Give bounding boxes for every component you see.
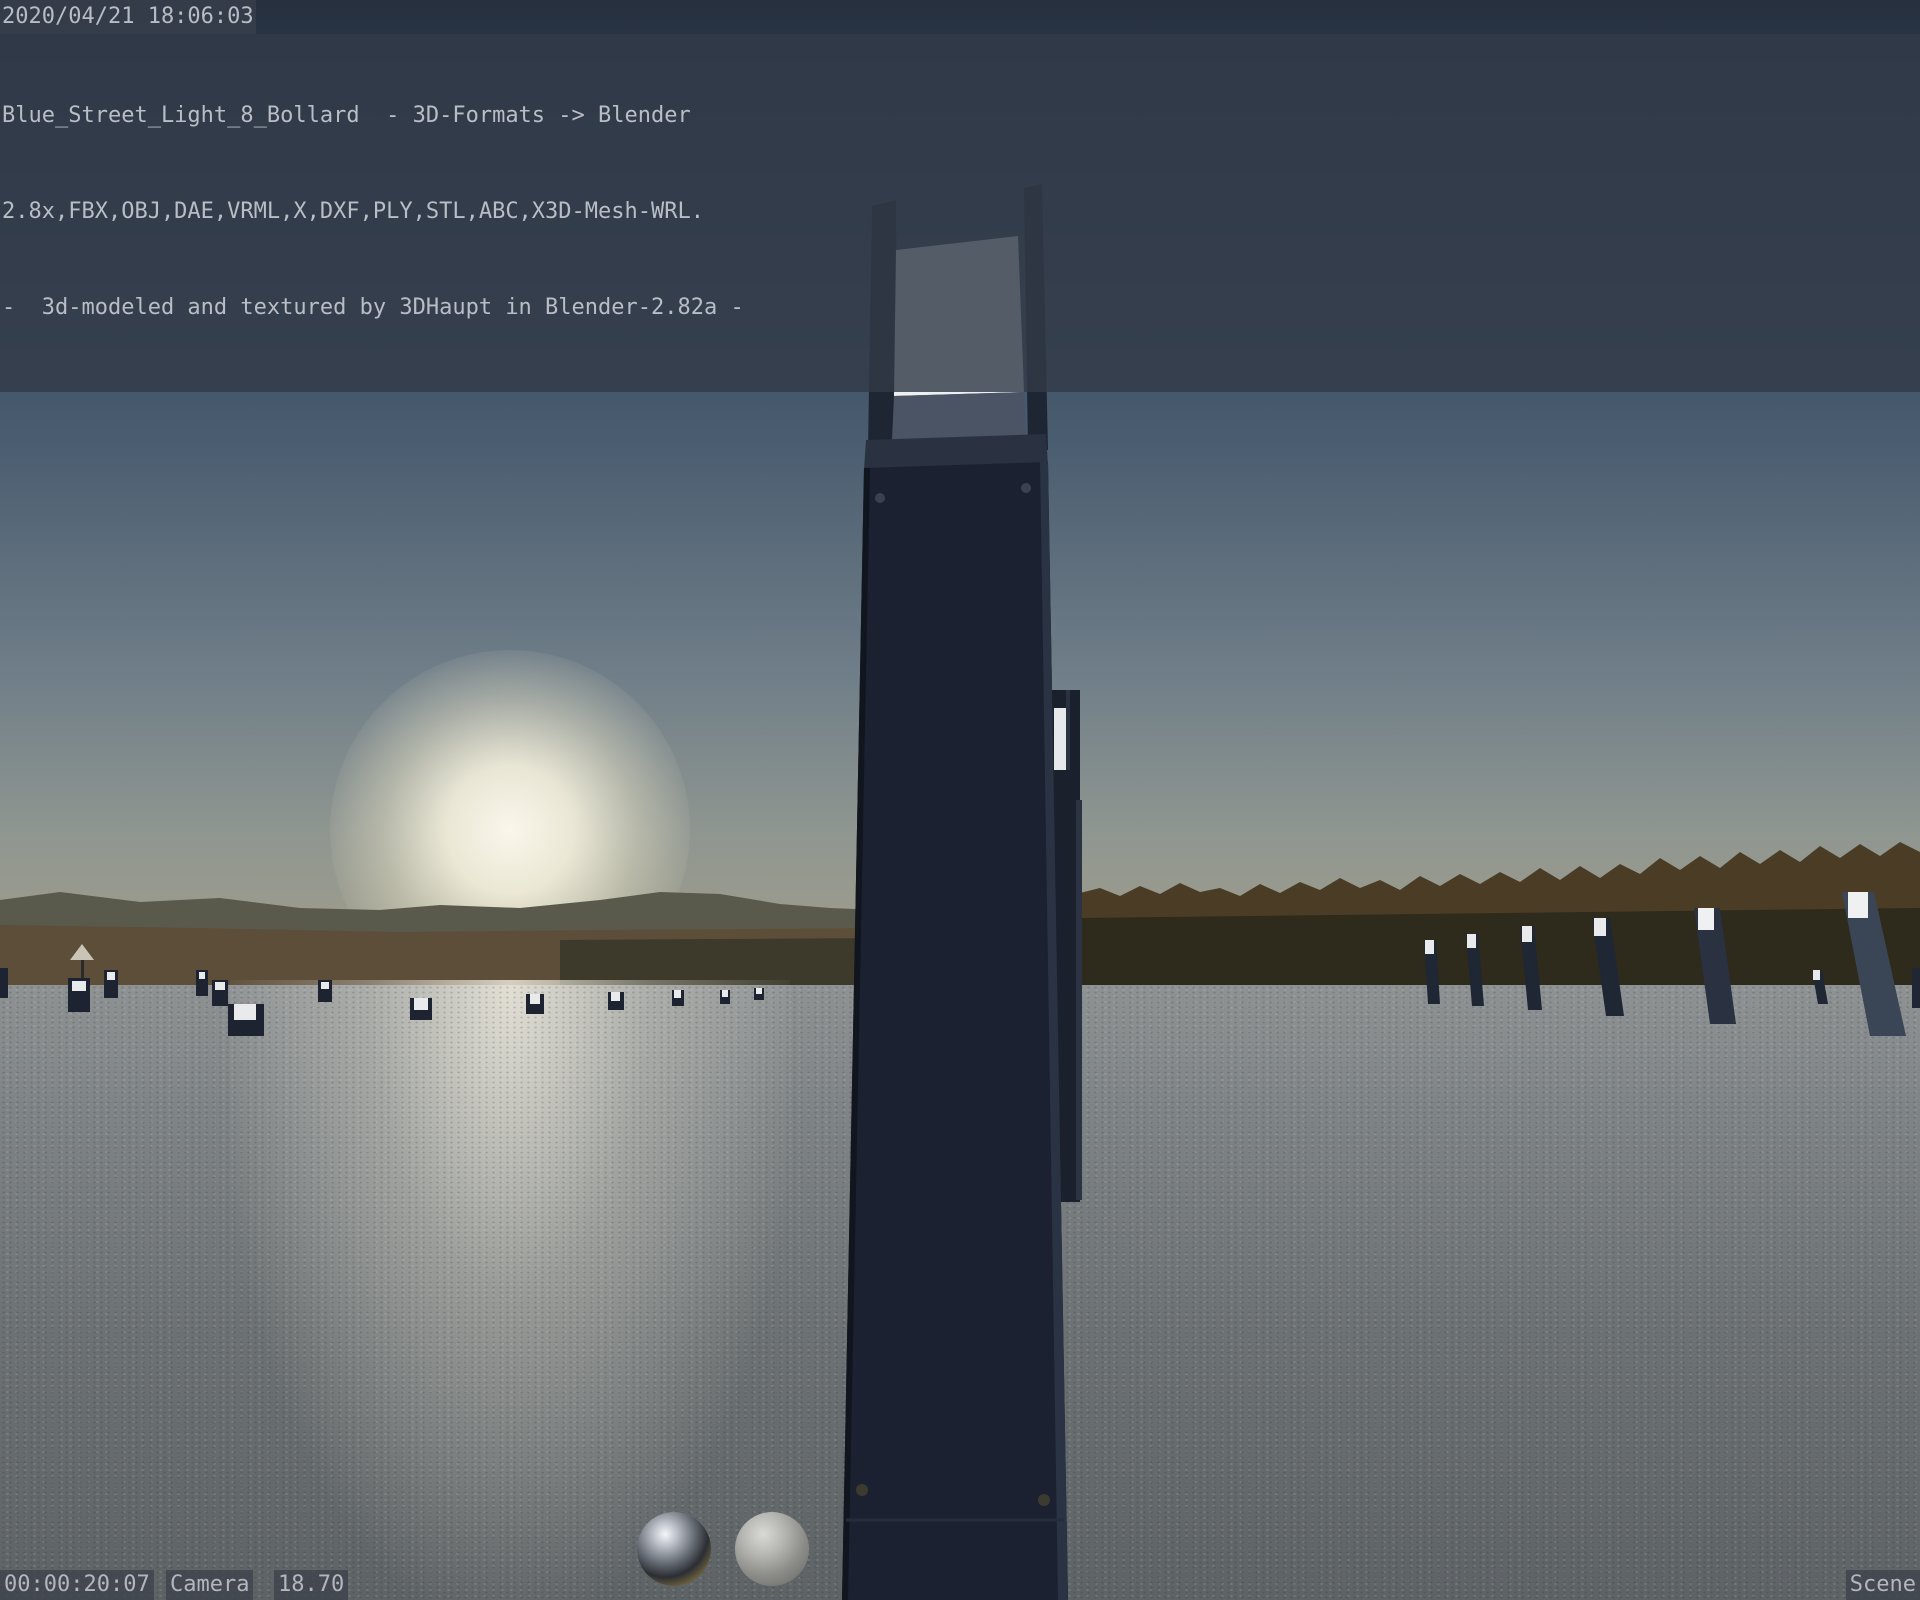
render-viewport: 2020/04/21 18:06:03 Blue_Street_Light_8_… xyxy=(0,0,1920,1600)
camera-name: Camera xyxy=(166,1570,254,1600)
distant-bollards-right xyxy=(1424,892,1920,1036)
model-description: Blue_Street_Light_8_Bollard - 3D-Formats… xyxy=(0,34,1920,392)
description-line-3: - 3d-modeled and textured by 3DHaupt in … xyxy=(2,295,744,320)
description-line-2: 2.8x,FBX,OBJ,DAE,VRML,X,DXF,PLY,STL,ABC,… xyxy=(2,199,704,224)
description-line-1: Blue_Street_Light_8_Bollard - 3D-Formats… xyxy=(2,103,691,128)
matte-sphere-icon xyxy=(735,1512,809,1586)
render-timestamp: 2020/04/21 18:06:03 xyxy=(0,0,256,34)
timecode: 00:00:20:07 xyxy=(0,1570,154,1600)
scene-name: Scene xyxy=(1845,1570,1920,1600)
lens-value: 18.70 xyxy=(274,1570,349,1600)
chrome-sphere-icon xyxy=(637,1512,711,1586)
distant-bollards-left xyxy=(0,968,764,1036)
road-sign xyxy=(70,944,94,978)
info-overlay: 2020/04/21 18:06:03 Blue_Street_Light_8_… xyxy=(0,0,1920,392)
main-bollard xyxy=(842,184,1068,1600)
